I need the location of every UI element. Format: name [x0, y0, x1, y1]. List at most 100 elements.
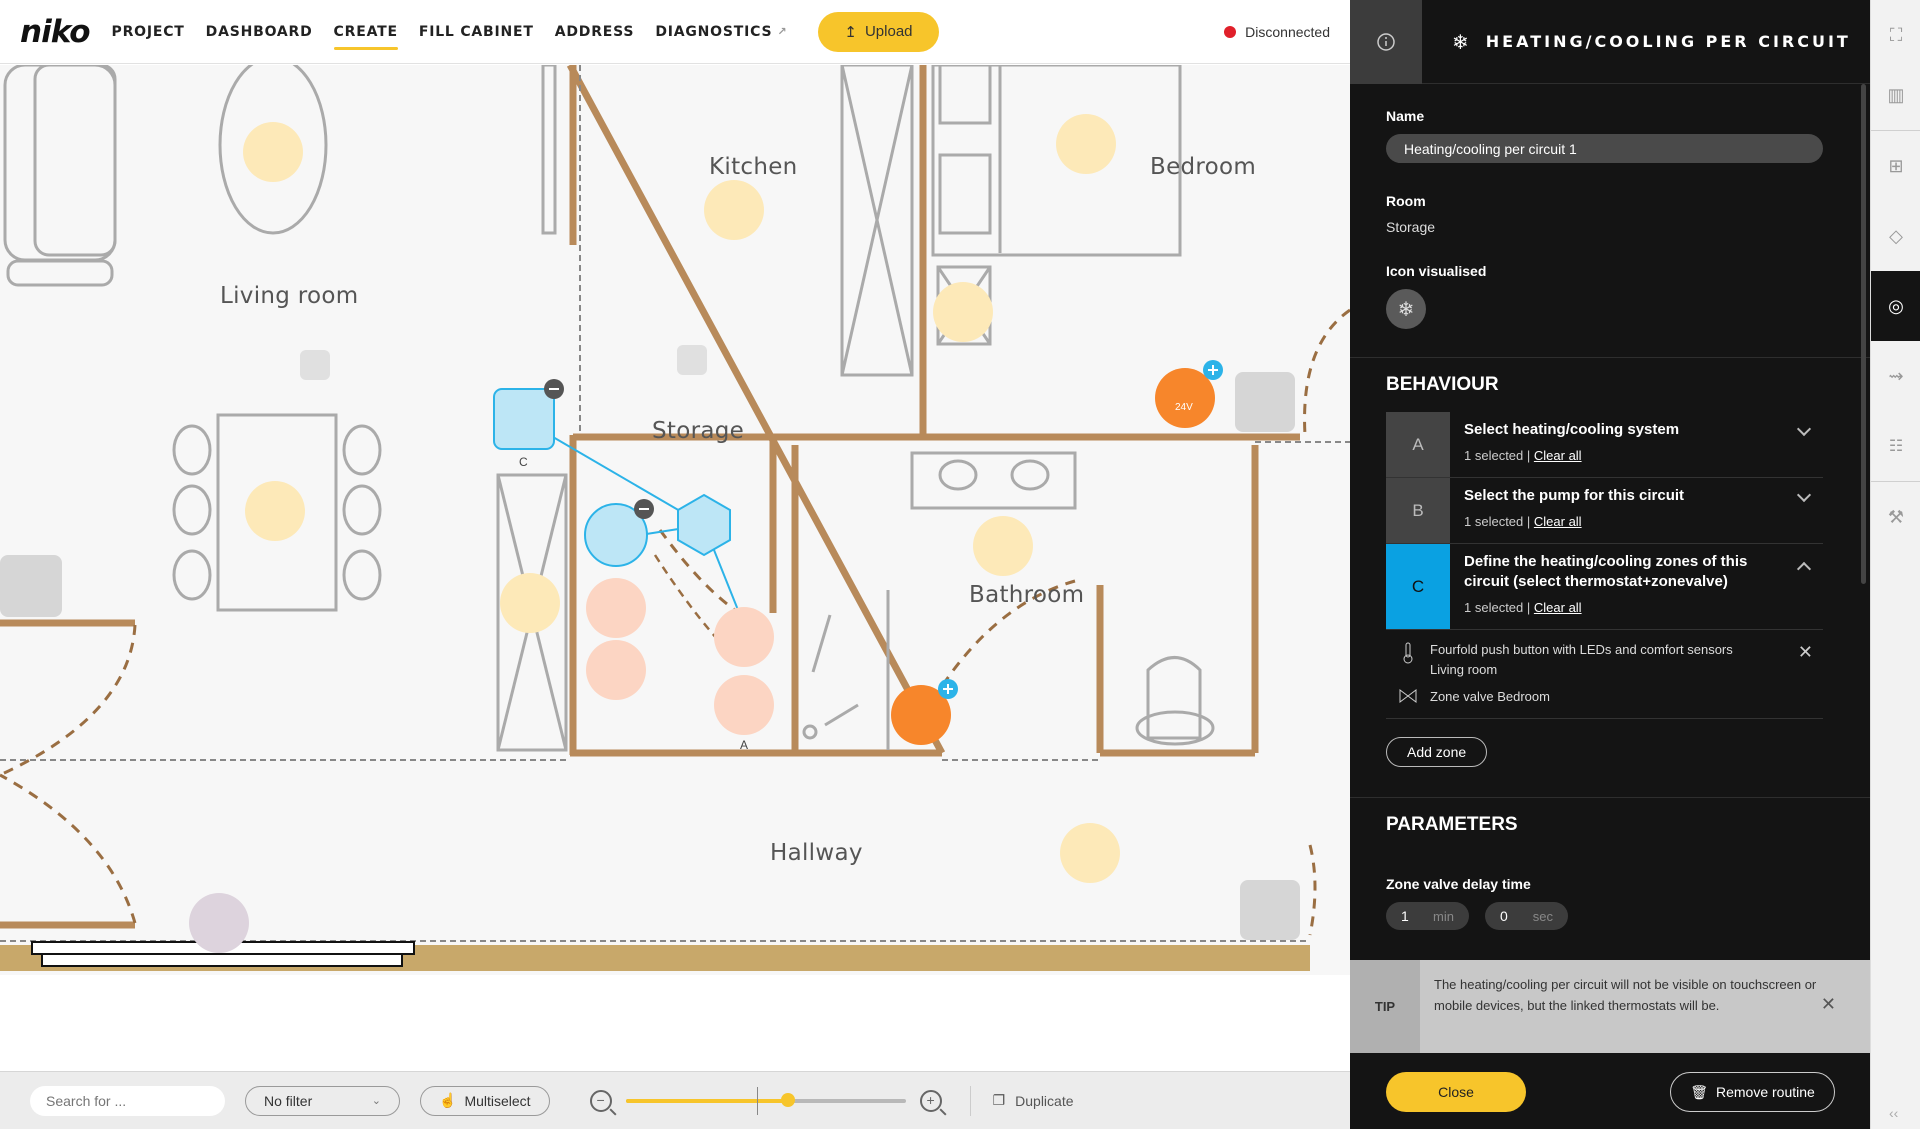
seconds-unit: sec: [1532, 908, 1553, 924]
upload-label: Upload: [864, 23, 913, 40]
trash-icon: 🗑: [1690, 1083, 1708, 1100]
toolbar-divider: [969, 1085, 971, 1116]
info-icon: [1377, 32, 1395, 51]
delay-inputs: 1 min 0 sec: [1386, 902, 1834, 930]
nav-address[interactable]: ADDRESS: [555, 0, 635, 64]
filter-dropdown[interactable]: No filter ⌄: [245, 1085, 400, 1116]
floor-plan-canvas[interactable]: Living room Kitchen Bedroom Storage Bath…: [0, 65, 1350, 1071]
main-nav: PROJECT DASHBOARD CREATE FILL CABINET AD…: [112, 0, 809, 64]
tools-button[interactable]: ⚒: [1871, 482, 1920, 552]
filter-value: No filter: [264, 1092, 313, 1109]
top-bar: niko PROJECT DASHBOARD CREATE FILL CABIN…: [0, 0, 1350, 64]
schedule-button[interactable]: ☷: [1871, 411, 1920, 481]
behaviour-letter: B: [1386, 478, 1450, 543]
info-tab[interactable]: [1350, 0, 1422, 84]
clear-all-link[interactable]: Clear all: [1534, 514, 1582, 529]
selected-count: 1 selected |: [1464, 514, 1531, 529]
delay-label: Zone valve delay time: [1386, 876, 1531, 892]
zoom-in-icon[interactable]: +: [919, 1089, 942, 1112]
group-icon-kitchen: [677, 345, 707, 375]
name-label: Name: [1386, 108, 1425, 124]
bottom-toolbar: No filter ⌄ ☝ Multiselect − + ❐ Duplicate: [0, 1071, 1350, 1129]
routines-button[interactable]: ◎: [1871, 271, 1920, 341]
panel-title-text: HEATING/COOLING PER CIRCUIT: [1485, 32, 1851, 51]
room-label-storage: Storage: [652, 418, 745, 444]
map-button[interactable]: ▥: [1871, 60, 1920, 130]
icon-visualised-picker[interactable]: ❄: [1386, 289, 1426, 329]
close-tip-icon[interactable]: ✕: [1821, 994, 1836, 1015]
floor-area: [0, 65, 1350, 975]
status-text: Disconnected: [1245, 23, 1330, 40]
duplicate-button[interactable]: ❐ Duplicate: [993, 1092, 1074, 1109]
fullscreen-icon: ⛶: [1889, 24, 1903, 45]
hand-icon: ☝: [439, 1092, 457, 1108]
socket-label: 24V: [1175, 402, 1193, 413]
delay-minutes-value: 1: [1401, 908, 1409, 924]
clear-all-link[interactable]: Clear all: [1534, 448, 1582, 463]
collapse-icon[interactable]: ‹‹: [1889, 1105, 1898, 1121]
panel-title: ❄ HEATING/COOLING PER CIRCUIT: [1452, 30, 1851, 54]
delay-minutes-input[interactable]: 1 min: [1386, 902, 1469, 930]
zoom-slider-fill: [625, 1098, 788, 1103]
heating-cooling-icon: ❄: [1452, 29, 1472, 54]
routine-icon: ◎: [1888, 295, 1904, 316]
behaviour-row-c[interactable]: C Define the heating/cooling zones of th…: [1386, 544, 1823, 630]
room-label-hallway: Hallway: [770, 840, 863, 866]
zoom-slider-mark: [756, 1086, 758, 1115]
zone-valve-icon: [1386, 689, 1430, 703]
general-section: Name Room Storage Icon visualised ❄: [1350, 108, 1870, 329]
shapes-button[interactable]: ◇: [1871, 201, 1920, 271]
icon-visualised-label: Icon visualised: [1386, 263, 1487, 279]
zone-item: Fourfold push button with LEDs and comfo…: [1386, 630, 1823, 677]
upload-icon: ↥: [844, 23, 857, 41]
group-icon-living: [300, 350, 330, 380]
remove-routine-label: Remove routine: [1715, 1084, 1815, 1100]
delay-seconds-input[interactable]: 0 sec: [1485, 902, 1568, 930]
zoom-slider[interactable]: [625, 1086, 906, 1115]
zoom-slider-knob[interactable]: [780, 1092, 795, 1107]
multiselect-button[interactable]: ☝ Multiselect: [420, 1085, 550, 1116]
upload-button[interactable]: ↥ Upload: [818, 11, 939, 52]
thermometer-icon: [1386, 642, 1430, 664]
nav-create[interactable]: CREATE: [333, 0, 399, 64]
share-icon: ⇝: [1888, 365, 1904, 386]
behaviour-row-b[interactable]: B Select the pump for this circuit 1 sel…: [1386, 478, 1823, 544]
external-link-icon: ↗: [777, 24, 788, 38]
copy-icon: ❐: [992, 1092, 1006, 1108]
search-input[interactable]: [30, 1085, 225, 1116]
nav-dashboard[interactable]: DASHBOARD: [206, 0, 313, 64]
clear-all-link[interactable]: Clear all: [1534, 600, 1582, 615]
multiselect-label: Multiselect: [464, 1092, 531, 1109]
panel-scrollbar[interactable]: [1861, 84, 1866, 584]
nav-project[interactable]: PROJECT: [112, 0, 185, 64]
zone-item: Zone valve Bedroom: [1386, 677, 1823, 719]
shapes-icon: ◇: [1889, 225, 1903, 246]
behaviour-row-a[interactable]: A Select heating/cooling system 1 select…: [1386, 412, 1823, 478]
zoom-out-icon[interactable]: −: [589, 1089, 612, 1112]
behaviour-title: Select heating/cooling system: [1464, 421, 1680, 438]
nav-diagnostics[interactable]: DIAGNOSTICS ↗: [655, 0, 787, 64]
remove-routine-button[interactable]: 🗑 Remove routine: [1670, 1072, 1835, 1112]
name-input[interactable]: [1386, 134, 1823, 163]
nav-label: DASHBOARD: [205, 23, 313, 40]
selected-count: 1 selected |: [1464, 600, 1531, 615]
connections-button[interactable]: ⇝: [1871, 341, 1920, 411]
blind-control: [189, 893, 249, 953]
tip-label: TIP: [1350, 960, 1420, 1053]
add-zone-button[interactable]: Add zone: [1386, 737, 1488, 767]
nav-label: ADDRESS: [554, 23, 635, 40]
minutes-unit: min: [1433, 908, 1454, 924]
close-button[interactable]: Close: [1386, 1072, 1526, 1112]
tool-rail: ⛶ ▥ ⊞ ◇ ◎ ⇝ ☷ ⚒ ‹‹: [1870, 0, 1920, 1129]
tip-banner: TIP The heating/cooling per circuit will…: [1350, 960, 1870, 1053]
duplicate-label: Duplicate: [1015, 1092, 1074, 1109]
zoom-control: − +: [589, 1086, 942, 1115]
zone-room: Living room: [1430, 662, 1498, 677]
chevron-down-icon: ⌄: [371, 1095, 381, 1107]
remove-zone-icon[interactable]: ✕: [1798, 642, 1813, 663]
behaviour-letter: A: [1386, 412, 1450, 477]
nav-label: PROJECT: [111, 23, 185, 40]
add-device-button[interactable]: ⊞: [1871, 131, 1920, 201]
parameters-heading: PARAMETERS: [1386, 814, 1518, 835]
nav-fill-cabinet[interactable]: FILL CABINET: [419, 0, 534, 64]
